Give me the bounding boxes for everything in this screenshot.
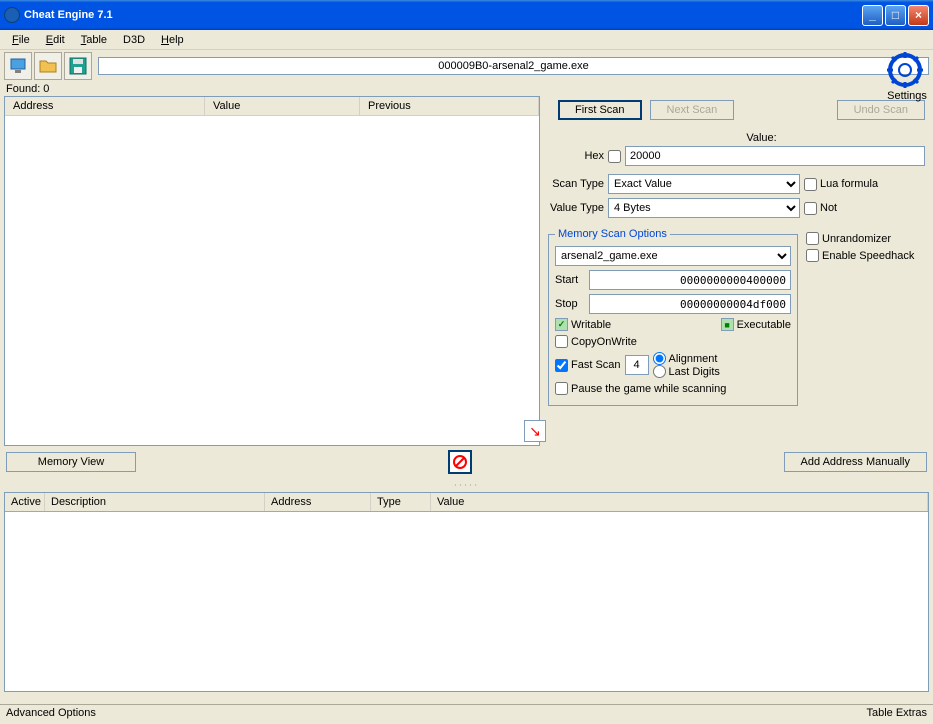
menu-file[interactable]: File [4,32,38,48]
scantype-label: Scan Type [548,178,604,190]
next-scan-button: Next Scan [650,100,735,120]
select-process-button[interactable] [4,52,32,80]
status-bar: Advanced Options Table Extras [0,704,933,724]
maximize-button[interactable]: □ [885,5,906,26]
writable-checkbox[interactable]: ✓Writable [555,318,611,331]
menu-table[interactable]: Table [73,32,115,48]
not-label: Not [820,202,837,214]
col-address[interactable]: Address [5,97,205,115]
value-type-select[interactable]: 4 Bytes [608,198,800,218]
col-type[interactable]: Type [371,493,431,511]
memory-view-button[interactable]: Memory View [6,452,136,472]
hex-checkbox[interactable] [608,150,621,163]
lua-label: Lua formula [820,178,878,190]
window-title: Cheat Engine 7.1 [24,9,862,21]
address-table[interactable]: Active Description Address Type Value [4,492,929,692]
computer-icon [8,56,28,76]
value-label: Value: [598,132,925,144]
memory-scan-options: Memory Scan Options arsenal2_game.exe St… [548,228,798,406]
col-table-value[interactable]: Value [431,493,928,511]
cow-checkbox[interactable] [555,335,568,348]
close-button[interactable]: × [908,5,929,26]
found-count: Found: 0 [0,82,933,96]
table-extras-link[interactable]: Table Extras [866,707,927,722]
valuetype-label: Value Type [548,202,604,214]
floppy-disk-icon [68,56,88,76]
advanced-options-link[interactable]: Advanced Options [6,707,96,722]
folder-open-icon [38,56,58,76]
col-active[interactable]: Active [5,493,45,511]
first-scan-button[interactable]: First Scan [558,100,642,120]
scan-value-input[interactable] [625,146,925,166]
memopts-legend: Memory Scan Options [555,228,670,240]
fastscan-value-input[interactable] [625,355,649,375]
col-description[interactable]: Description [45,493,265,511]
process-name-bar: 000009B0-arsenal2_game.exe [98,57,929,75]
hex-label: Hex [548,150,604,162]
fastscan-checkbox[interactable] [555,359,568,372]
clear-button[interactable] [448,450,472,474]
start-label: Start [555,274,585,286]
menu-edit[interactable]: Edit [38,32,73,48]
no-entry-icon [452,454,468,470]
table-header: Active Description Address Type Value [5,493,928,512]
splitter[interactable]: ∙∙∙∙∙ [0,478,933,492]
start-address-input[interactable] [589,270,791,290]
col-table-address[interactable]: Address [265,493,371,511]
save-button[interactable] [64,52,92,80]
alignment-radio[interactable] [653,352,666,365]
add-address-manually-button[interactable]: Add Address Manually [784,452,927,472]
minimize-button[interactable]: _ [862,5,883,26]
settings-label: Settings [885,90,929,102]
process-select[interactable]: arsenal2_game.exe [555,246,791,266]
scan-results-list[interactable]: Address Value Previous [4,96,540,446]
gear-icon [885,50,925,90]
lua-checkbox[interactable] [804,178,817,191]
lastdigits-radio[interactable] [653,365,666,378]
toolbar: 000009B0-arsenal2_game.exe [0,50,933,82]
menu-d3d[interactable]: D3D [115,32,153,48]
menu-help[interactable]: Help [153,32,192,48]
title-bar: Cheat Engine 7.1 _ □ × [0,0,933,30]
app-icon [4,7,20,23]
scan-type-select[interactable]: Exact Value [608,174,800,194]
stop-address-input[interactable] [589,294,791,314]
col-previous[interactable]: Previous [360,97,539,115]
open-button[interactable] [34,52,62,80]
speedhack-checkbox[interactable] [806,249,819,262]
add-to-table-button[interactable]: ↘ [524,420,546,442]
stop-label: Stop [555,298,585,310]
settings-area[interactable]: Settings [885,50,929,102]
executable-checkbox[interactable]: ■Executable [721,318,791,331]
menu-bar: File Edit Table D3D Help [0,30,933,50]
undo-scan-button: Undo Scan [837,100,925,120]
pause-checkbox[interactable] [555,382,568,395]
col-value[interactable]: Value [205,97,360,115]
not-checkbox[interactable] [804,202,817,215]
results-header: Address Value Previous [5,97,539,116]
unrandomizer-checkbox[interactable] [806,232,819,245]
